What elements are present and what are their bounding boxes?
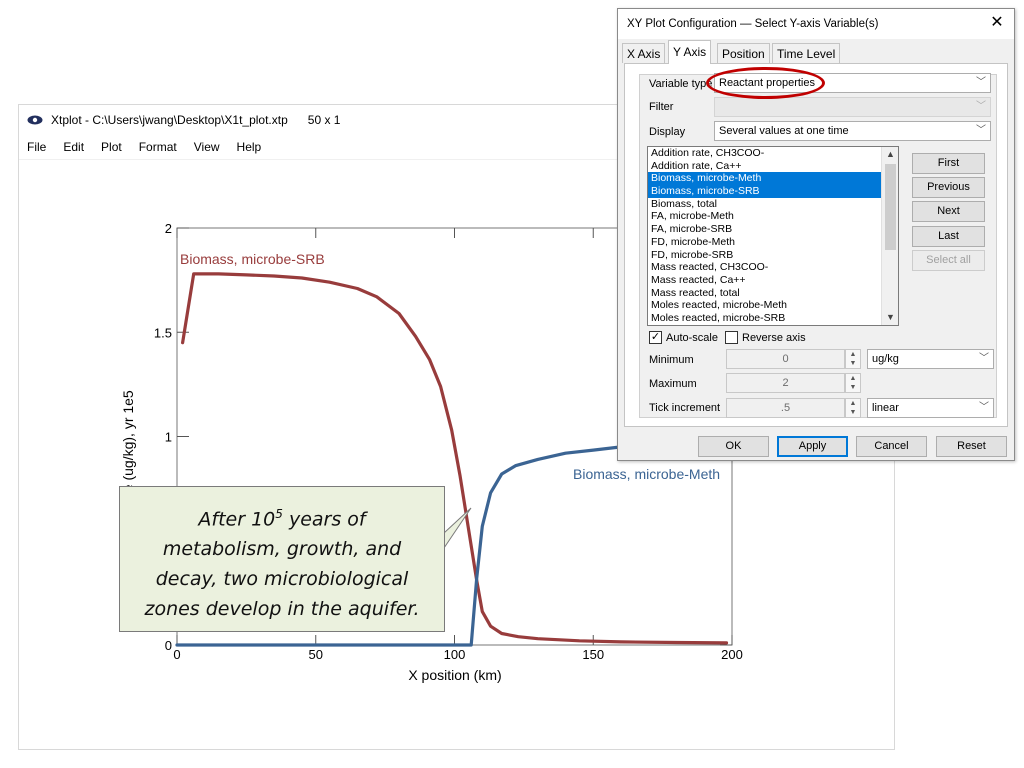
reset-button[interactable]: Reset	[936, 436, 1007, 457]
filter-label: Filter	[649, 101, 674, 113]
maximum-input[interactable]: 2	[726, 373, 845, 393]
unit-value: ug/kg	[872, 353, 899, 365]
scale-value: linear	[872, 402, 899, 414]
list-item[interactable]: Biomass, microbe-SRB	[648, 185, 898, 198]
scroll-up-icon[interactable]: ▲	[882, 147, 898, 162]
callout-line-4: zones develop in the aquifer.	[144, 598, 420, 621]
cancel-button[interactable]: Cancel	[856, 436, 927, 457]
tab-position[interactable]: Position	[717, 43, 770, 63]
list-item[interactable]: Addition rate, Ca++	[648, 160, 898, 173]
scroll-down-icon[interactable]: ▼	[882, 310, 898, 325]
x-axis-label: X position (km)	[408, 667, 501, 683]
tick-increment-spinner[interactable]: ▲ ▼	[845, 398, 861, 418]
y-tick-label: 1.5	[154, 325, 172, 340]
chevron-down-icon: ﹀	[976, 77, 986, 88]
series-label-srb: Biomass, microbe-SRB	[180, 251, 325, 267]
list-item[interactable]: Biomass, microbe-Meth	[648, 172, 898, 186]
y-tick-label: 0	[165, 638, 172, 653]
variable-type-select[interactable]: Reactant properties ﹀	[714, 73, 991, 93]
first-button[interactable]: First	[912, 153, 985, 174]
x-tick-label: 100	[444, 647, 466, 662]
display-value: Several values at one time	[719, 125, 849, 137]
x-tick-label: 50	[309, 647, 323, 662]
chevron-down-icon: ﹀	[976, 101, 986, 112]
tab-time-level[interactable]: Time Level	[772, 43, 841, 63]
y-tick-label: 1	[165, 430, 172, 445]
callout-box: After 105 years of metabolism, growth, a…	[119, 486, 445, 632]
scale-select[interactable]: linear ﹀	[867, 398, 994, 418]
dialog-title: XY Plot Configuration — Select Y-axis Va…	[627, 18, 879, 30]
next-button[interactable]: Next	[912, 201, 985, 222]
maximum-label: Maximum	[649, 378, 697, 390]
list-item[interactable]: Mass reacted, total	[648, 287, 898, 300]
minimum-label: Minimum	[649, 354, 694, 366]
x-tick-label: 150	[582, 647, 604, 662]
list-item[interactable]: Biomass, total	[648, 198, 898, 211]
unit-select[interactable]: ug/kg ﹀	[867, 349, 994, 369]
tab-y-axis[interactable]: Y Axis	[668, 40, 712, 64]
variable-list[interactable]: Addition rate, CH3COO- Addition rate, Ca+…	[647, 146, 899, 326]
apply-button[interactable]: Apply	[777, 436, 848, 457]
chevron-down-icon: ﹀	[979, 402, 989, 413]
maximum-spinner[interactable]: ▲ ▼	[845, 373, 861, 393]
tab-x-axis[interactable]: X Axis	[622, 43, 666, 63]
filter-select[interactable]: ﹀	[714, 97, 991, 117]
series-label-meth: Biomass, microbe-Meth	[573, 466, 720, 482]
list-item[interactable]: FD, microbe-SRB	[648, 249, 898, 262]
x-tick-label: 0	[173, 647, 180, 662]
previous-button[interactable]: Previous	[912, 177, 985, 198]
list-item[interactable]: Moles reacted, microbe-SRB	[648, 312, 898, 325]
list-item[interactable]: Moles reacted, microbe-Meth	[648, 299, 898, 312]
auto-scale-checkbox[interactable]: ✓ Auto-scale	[649, 331, 718, 344]
list-item[interactable]: FA, microbe-Meth	[648, 210, 898, 223]
callout-line-3: decay, two microbiological	[155, 568, 409, 591]
list-item[interactable]: Addition rate, CH3COO-	[648, 147, 898, 160]
scroll-thumb[interactable]	[885, 164, 896, 250]
minimum-spinner[interactable]: ▲ ▼	[845, 349, 861, 369]
minimum-input[interactable]: 0	[726, 349, 845, 369]
reverse-axis-label: Reverse axis	[742, 331, 806, 344]
tick-increment-input[interactable]: .5	[726, 398, 845, 418]
callout-superscript: 5	[275, 507, 283, 521]
select-all-button[interactable]: Select all	[912, 250, 985, 271]
checkmark-icon: ✓	[649, 331, 662, 344]
y-axis-label: ue (ug/kg), yr 1e5	[120, 390, 136, 500]
list-item[interactable]: FD, microbe-Meth	[648, 236, 898, 249]
xy-plot-config-dialog: XY Plot Configuration — Select Y-axis Va…	[617, 8, 1015, 461]
close-icon[interactable]: ✕	[988, 14, 1006, 32]
chevron-down-icon: ﹀	[976, 125, 986, 136]
variable-type-value: Reactant properties	[719, 77, 815, 89]
tick-increment-label: Tick increment	[649, 402, 721, 414]
list-scrollbar[interactable]: ▲ ▼	[881, 147, 898, 325]
callout-line-1: After 105 years of	[198, 507, 366, 531]
dialog-titlebar: XY Plot Configuration — Select Y-axis Va…	[618, 9, 1014, 39]
auto-scale-label: Auto-scale	[666, 331, 718, 344]
checkbox-empty-icon	[725, 331, 738, 344]
list-item[interactable]: Mass reacted, Ca++	[648, 274, 898, 287]
display-label: Display	[649, 126, 686, 138]
variable-type-label: Variable type	[649, 78, 713, 90]
chevron-down-icon: ﹀	[979, 353, 989, 364]
callout-line-2: metabolism, growth, and	[162, 538, 402, 561]
ok-button[interactable]: OK	[698, 436, 769, 457]
list-item[interactable]: Mass reacted, CH3COO-	[648, 261, 898, 274]
display-select[interactable]: Several values at one time ﹀	[714, 121, 991, 141]
x-tick-label: 200	[721, 647, 743, 662]
y-tick-label: 2	[165, 221, 172, 236]
reverse-axis-checkbox[interactable]: Reverse axis	[725, 331, 806, 344]
last-button[interactable]: Last	[912, 226, 985, 247]
list-item[interactable]: FA, microbe-SRB	[648, 223, 898, 236]
